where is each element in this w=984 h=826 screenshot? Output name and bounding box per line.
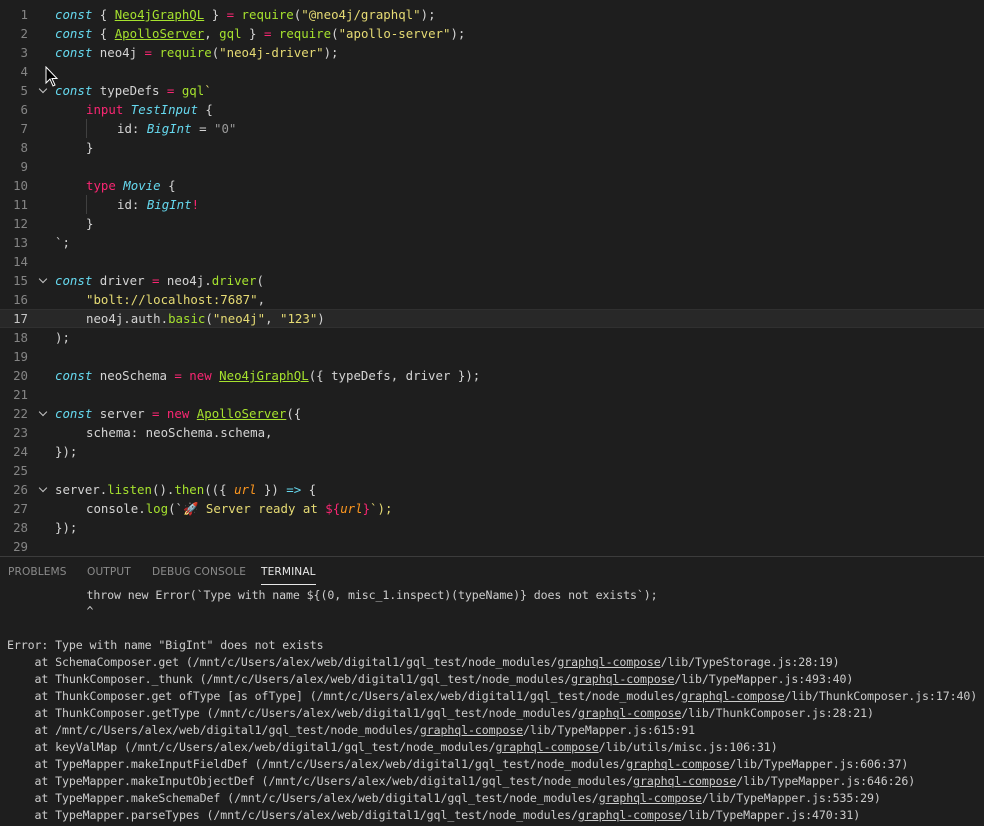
line-number: 7 xyxy=(20,121,28,136)
code-editor[interactable]: 1 const { Neo4jGraphQL } = require("@neo4… xyxy=(0,0,984,556)
code-line[interactable]: 3 const neo4j = require("neo4j-driver"); xyxy=(0,43,984,62)
mouse-pointer-icon xyxy=(45,66,59,87)
line-number: 2 xyxy=(20,26,28,41)
line-number: 4 xyxy=(20,64,28,79)
line-number: 26 xyxy=(13,482,28,497)
stack-line: at TypeMapper.makeInputObjectDef (/mnt/c… xyxy=(7,774,916,788)
line-number: 5 xyxy=(20,83,28,98)
code-line[interactable]: 9 xyxy=(0,157,984,176)
line-number: 12 xyxy=(13,216,28,231)
line-number: 17 xyxy=(13,311,28,326)
code-line[interactable]: 16 "bolt://localhost:7687", xyxy=(0,290,984,309)
line-number: 22 xyxy=(13,406,28,421)
code-line[interactable]: 4 xyxy=(0,62,984,81)
code-line[interactable]: 28}); xyxy=(0,518,984,537)
code-line[interactable]: 20 const neoSchema = new Neo4jGraphQL({ t… xyxy=(0,366,984,385)
tab-debug-console[interactable]: DEBUG CONSOLE xyxy=(152,566,246,578)
code-line[interactable]: 26 server.listen().then(({ url }) => { xyxy=(0,480,984,499)
line-number: 15 xyxy=(13,273,28,288)
tab-problems[interactable]: PROBLEMS xyxy=(8,566,67,578)
code-line[interactable]: 14 xyxy=(0,252,984,271)
code-line[interactable]: 8} xyxy=(0,138,984,157)
code-line[interactable]: 23 schema: neoSchema.schema, xyxy=(0,423,984,442)
current-code-line[interactable]: 17 neo4j.auth.basic("neo4j", "123") xyxy=(0,309,984,328)
line-number: 19 xyxy=(13,349,28,364)
code-line[interactable]: 24}); xyxy=(0,442,984,461)
code-line[interactable]: 5 const typeDefs = gql` xyxy=(0,81,984,100)
stack-line: at TypeMapper.parseTypes (/mnt/c/Users/a… xyxy=(7,808,861,822)
terminal-line: throw new Error(`Type with name ${(0, mi… xyxy=(59,588,658,602)
line-number: 13 xyxy=(13,235,28,250)
line-number: 16 xyxy=(13,292,28,307)
line-number: 24 xyxy=(13,444,28,459)
code-line[interactable]: 13 `; xyxy=(0,233,984,252)
code-line[interactable]: 27 console.log(`🚀 Server ready at ${url}`… xyxy=(0,499,984,518)
error-message: Error: Type with name "BigInt" does not … xyxy=(7,638,324,652)
stack-line: at ThunkComposer.get ofType [as ofType] … xyxy=(7,689,978,703)
code-line[interactable]: 11 id: BigInt! xyxy=(0,195,984,214)
code-line[interactable]: 6 input TestInput { xyxy=(0,100,984,119)
code-line[interactable]: 18); xyxy=(0,328,984,347)
line-number: 20 xyxy=(13,368,28,383)
stack-line: at /mnt/c/Users/alex/web/digital1/gql_te… xyxy=(7,723,696,737)
code-line[interactable]: 15 const driver = neo4j.driver( xyxy=(0,271,984,290)
code-line[interactable]: 2 const { ApolloServer, gql } = require("… xyxy=(0,24,984,43)
code-line[interactable]: 22 const server = new ApolloServer({ xyxy=(0,404,984,423)
stack-line: at ThunkComposer._thunk (/mnt/c/Users/al… xyxy=(7,672,854,686)
tab-terminal[interactable]: TERMINAL xyxy=(261,566,316,585)
code-line[interactable]: 10 type Movie { xyxy=(0,176,984,195)
line-number: 11 xyxy=(13,197,28,212)
line-number: 18 xyxy=(13,330,28,345)
line-number: 27 xyxy=(13,501,28,516)
code-line[interactable]: 19 xyxy=(0,347,984,366)
line-number: 28 xyxy=(13,520,28,535)
tab-output[interactable]: OUTPUT xyxy=(87,566,131,578)
stack-line: at TypeMapper.makeSchemaDef (/mnt/c/User… xyxy=(7,791,881,805)
fold-chevron-icon[interactable] xyxy=(38,271,50,290)
line-number: 29 xyxy=(13,539,28,554)
code-line[interactable]: 7 id: BigInt = "0" xyxy=(0,119,984,138)
line-number: 14 xyxy=(13,254,28,269)
stack-line: at keyValMap (/mnt/c/Users/alex/web/digi… xyxy=(7,740,778,754)
fold-chevron-icon[interactable] xyxy=(38,404,50,423)
line-number: 23 xyxy=(13,425,28,440)
line-number: 6 xyxy=(20,102,28,117)
bottom-panel: PROBLEMS OUTPUT DEBUG CONSOLE TERMINAL t… xyxy=(0,557,984,826)
line-number: 3 xyxy=(20,45,28,60)
stack-line: at SchemaComposer.get (/mnt/c/Users/alex… xyxy=(7,655,840,669)
code-line[interactable]: 29 xyxy=(0,537,984,556)
fold-chevron-icon[interactable] xyxy=(38,480,50,499)
code-line[interactable]: 1 const { Neo4jGraphQL } = require("@neo4… xyxy=(0,5,984,24)
line-number: 8 xyxy=(20,140,28,155)
line-number: 1 xyxy=(20,7,28,22)
stack-line: at ThunkComposer.getType (/mnt/c/Users/a… xyxy=(7,706,874,720)
line-number: 25 xyxy=(13,463,28,478)
rocket-emoji-icon: 🚀 xyxy=(183,501,199,516)
code-line[interactable]: 21 xyxy=(0,385,984,404)
code-line[interactable]: 25 xyxy=(0,461,984,480)
code-line[interactable]: 12} xyxy=(0,214,984,233)
panel-tabs: PROBLEMS OUTPUT DEBUG CONSOLE TERMINAL xyxy=(0,557,984,587)
line-number: 21 xyxy=(13,387,28,402)
stack-line: at TypeMapper.makeInputFieldDef (/mnt/c/… xyxy=(7,757,909,771)
line-number: 10 xyxy=(13,178,28,193)
terminal-line: ^ xyxy=(59,604,94,618)
line-number: 9 xyxy=(20,159,28,174)
